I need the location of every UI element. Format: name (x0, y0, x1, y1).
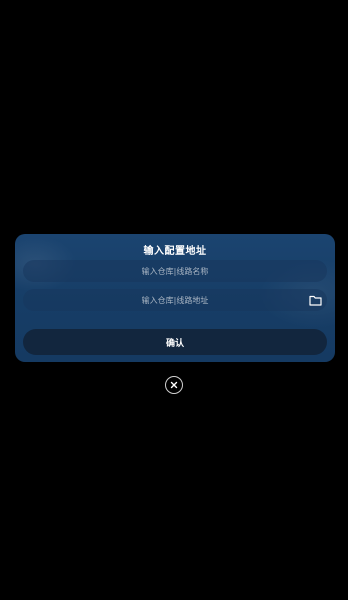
confirm-button[interactable]: 确认 (23, 329, 327, 355)
dialog-title: 输入配置地址 (143, 246, 207, 257)
repo-name-input[interactable]: 输入仓库|线路名称 (23, 260, 327, 282)
config-address-dialog: 输入配置地址 输入仓库|线路名称 输入仓库|线路地址 确认 (15, 234, 335, 362)
repo-name-placeholder: 输入仓库|线路名称 (141, 266, 209, 276)
folder-icon[interactable] (307, 292, 323, 308)
screen: 输入配置地址 输入仓库|线路名称 输入仓库|线路地址 确认 (0, 0, 348, 600)
repo-url-placeholder: 输入仓库|线路地址 (141, 295, 209, 305)
repo-url-input[interactable]: 输入仓库|线路地址 (23, 289, 327, 311)
close-icon[interactable] (165, 376, 183, 394)
